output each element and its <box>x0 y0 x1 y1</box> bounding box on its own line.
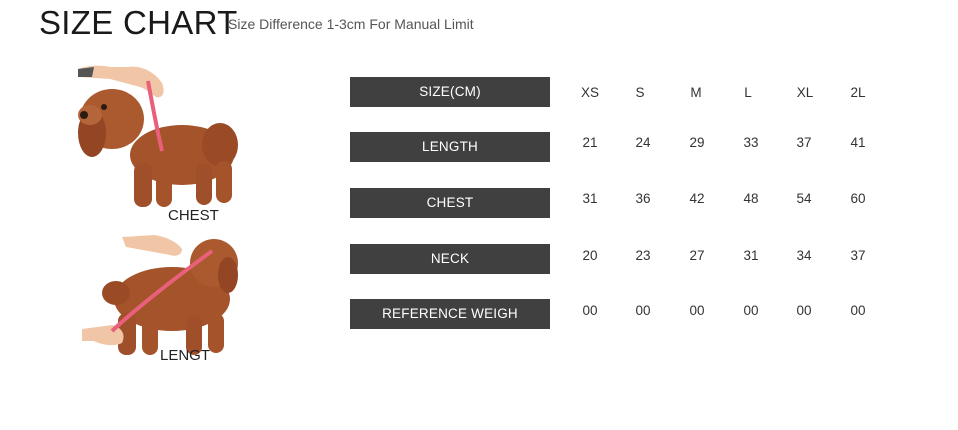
neck-value-l: 31 <box>743 248 759 263</box>
length-value-l: 33 <box>743 135 759 150</box>
chest-value-2l: 60 <box>850 191 866 206</box>
size-header-label: SIZE(CM) <box>350 77 550 107</box>
length-measure-photo <box>82 233 242 363</box>
length-value-s: 24 <box>635 135 651 150</box>
length-value-xs: 21 <box>582 135 598 150</box>
weight-row-label: REFERENCE WEIGH <box>350 299 550 329</box>
neck-value-s: 23 <box>635 248 651 263</box>
size-header-2l: 2L <box>850 85 866 100</box>
size-header-l: L <box>744 85 752 100</box>
chest-row-label: CHEST <box>350 188 550 218</box>
length-value-xl: 37 <box>796 135 812 150</box>
chest-value-s: 36 <box>635 191 651 206</box>
length-row-label: LENGTH <box>350 132 550 162</box>
length-photo-label: LENGT <box>160 347 211 364</box>
size-header-m: M <box>690 85 702 100</box>
neck-value-xs: 20 <box>582 248 598 263</box>
length-value-2l: 41 <box>850 135 866 150</box>
weight-value-m: 00 <box>689 303 705 318</box>
weight-value-xl: 00 <box>796 303 812 318</box>
chest-measure-photo <box>70 63 240 215</box>
chest-photo-label: CHEST <box>168 207 219 224</box>
neck-row-label: NECK <box>350 244 550 274</box>
chest-value-xl: 54 <box>796 191 812 206</box>
weight-value-2l: 00 <box>850 303 866 318</box>
page-subtitle: Size Difference 1-3cm For Manual Limit <box>228 16 474 32</box>
weight-value-xs: 00 <box>582 303 598 318</box>
weight-value-s: 00 <box>635 303 651 318</box>
weight-value-l: 00 <box>743 303 759 318</box>
neck-value-m: 27 <box>689 248 705 263</box>
neck-value-xl: 34 <box>796 248 812 263</box>
size-header-s: S <box>635 85 645 100</box>
size-header-xs: XS <box>580 85 599 100</box>
size-header-xl: XL <box>796 85 814 100</box>
page-title: SIZE CHART <box>39 4 238 41</box>
chest-value-m: 42 <box>689 191 705 206</box>
chest-value-l: 48 <box>743 191 759 206</box>
length-value-m: 29 <box>689 135 705 150</box>
neck-value-2l: 37 <box>850 248 866 263</box>
chest-value-xs: 31 <box>582 191 598 206</box>
